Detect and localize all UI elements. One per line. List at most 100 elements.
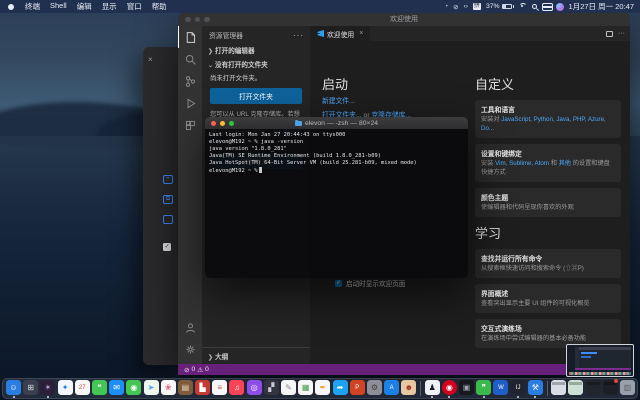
- open-editors-section[interactable]: ❯打开的编辑器: [202, 43, 310, 57]
- editor-more-icon[interactable]: ···: [618, 30, 625, 37]
- xcode-icon: ⚒: [528, 380, 543, 395]
- siri-icon[interactable]: [556, 3, 564, 11]
- status-bar: ⊘ 0 ⚠ 0: [178, 364, 630, 375]
- menu-bar-clock[interactable]: 1月27日 周一 20:47: [569, 1, 634, 12]
- dock-item-minimized-window-2[interactable]: [568, 379, 583, 398]
- dock-item-app-red-round[interactable]: ◉: [442, 379, 457, 398]
- dock-item-app-store[interactable]: A: [384, 379, 399, 398]
- terminal-window: elevon — -zsh — 80×24 Last login: Mon Ja…: [205, 117, 468, 278]
- account-icon[interactable]: [178, 316, 202, 338]
- dock-item-music[interactable]: ♫: [229, 379, 244, 398]
- menu-item-1[interactable]: Shell: [50, 1, 67, 12]
- menu-item-2[interactable]: 编辑: [77, 1, 92, 12]
- dock-item-launchpad[interactable]: ⊞: [23, 379, 38, 398]
- error-icon: ⊘: [184, 366, 190, 374]
- terminal-line: Java(TM) SE Runtime Environment (build 1…: [209, 153, 464, 160]
- card-text: 使编辑器和代码呈现你喜欢的外观: [481, 204, 574, 211]
- trash-icon: ▥: [620, 380, 635, 395]
- show-welcome-checkbox[interactable]: ✓ 启动时显示欢迎页面: [335, 278, 405, 288]
- checkbox-icon[interactable]: ✓: [163, 243, 171, 251]
- dock-item-intellij-idea[interactable]: IJ: [511, 379, 526, 398]
- spotlight-icon[interactable]: [532, 4, 537, 9]
- wifi-icon[interactable]: [519, 3, 527, 11]
- new-file-icon[interactable]: +: [163, 175, 173, 184]
- dock-item-trash[interactable]: ▥: [620, 379, 635, 398]
- menu-item-4[interactable]: 窗口: [127, 1, 142, 12]
- dock-item-minimized-window-3[interactable]: [586, 379, 601, 398]
- dock-item-app-red[interactable]: ▙: [195, 379, 210, 398]
- problems-indicator[interactable]: ⊘ 0 ⚠ 0: [184, 366, 209, 374]
- menu-item-3[interactable]: 显示: [102, 1, 117, 12]
- dock-item-safari[interactable]: ✦: [58, 379, 73, 398]
- card-link[interactable]: Vim, Sublime, Atom: [495, 160, 549, 167]
- status-icon-1[interactable]: ⊘: [453, 3, 458, 11]
- dock-item-app-black-box[interactable]: ▣: [459, 379, 474, 398]
- tab-welcome[interactable]: 欢迎使用 ×: [310, 26, 370, 41]
- apple-menu-icon[interactable]: [8, 4, 14, 10]
- status-icon-0[interactable]: ◔: [444, 3, 448, 11]
- terminal-title-bar[interactable]: elevon — -zsh — 80×24: [205, 117, 468, 129]
- battery-indicator[interactable]: 37%: [486, 3, 514, 10]
- photos-icon: ❀: [161, 380, 176, 395]
- dock-item-xcode[interactable]: ⚒: [528, 379, 543, 398]
- dock-item-numbers[interactable]: ▦: [298, 379, 313, 398]
- dock-item-podcasts[interactable]: ◎: [247, 379, 262, 398]
- terminal-output[interactable]: Last login: Mon Jan 27 20:44:43 on ttys0…: [205, 129, 468, 278]
- welcome-card[interactable]: 界面概述查看突出显示主要 UI 组件的可视化概览: [475, 284, 621, 313]
- run-debug-icon[interactable]: [178, 92, 202, 114]
- split-editor-icon[interactable]: [606, 31, 613, 37]
- qq-icon: ♟: [425, 380, 440, 395]
- dock-item-qq[interactable]: ♟: [425, 379, 440, 398]
- no-folder-section[interactable]: ⌄没有打开的文件夹: [202, 57, 310, 71]
- dock-item-reminders[interactable]: ≡: [212, 379, 227, 398]
- dock-item-app-dark-gray[interactable]: ▞: [264, 379, 279, 398]
- screenshot-preview-thumbnail[interactable]: [566, 344, 634, 377]
- dock-item-app-brown[interactable]: ▤: [178, 379, 193, 398]
- dock-item-powerpoint[interactable]: P: [350, 379, 365, 398]
- open-folder-button[interactable]: 打开文件夹: [210, 88, 302, 104]
- dock-item-system-preferences[interactable]: ⚙: [367, 379, 382, 398]
- welcome-card[interactable]: 设置和键绑定安装 Vim, Sublime, Atom 和 其他 的设置和键盘快…: [475, 144, 621, 182]
- dock-item-minimized-window-1[interactable]: [551, 379, 566, 398]
- dock-item-mail[interactable]: ✉: [109, 379, 124, 398]
- start-link[interactable]: 新建文件...: [322, 98, 355, 105]
- card-link[interactable]: 其他: [559, 160, 571, 167]
- dock-item-app-face[interactable]: ☻: [401, 379, 416, 398]
- dock-item-photos[interactable]: ❀: [161, 379, 176, 398]
- dock-separator: [547, 381, 548, 396]
- control-center-icon[interactable]: [542, 3, 551, 11]
- welcome-card[interactable]: 查找并运行所有命令从搜索框快速访问和搜索命令 (⇧⌘P): [475, 249, 621, 278]
- dock-item-twitter[interactable]: ➦: [333, 379, 348, 398]
- dock-item-messages[interactable]: ❝: [92, 379, 107, 398]
- tab-close-icon[interactable]: ×: [359, 30, 363, 37]
- search-icon[interactable]: [178, 48, 202, 70]
- explorer-more-icon[interactable]: ···: [293, 31, 304, 40]
- menu-item-0[interactable]: 终端: [25, 1, 40, 12]
- vscode-title-bar[interactable]: 欢迎使用: [178, 13, 630, 26]
- terminal-line: Java HotSpot(TM) 64-Bit Server VM (build…: [209, 160, 464, 167]
- status-icon-2[interactable]: ‹›: [464, 3, 468, 11]
- settings-gear-icon[interactable]: [178, 338, 202, 360]
- extensions-icon[interactable]: [178, 114, 202, 136]
- outline-section[interactable]: ❯大纲: [202, 347, 310, 364]
- close-icon[interactable]: ×: [148, 55, 153, 64]
- menu-item-5[interactable]: 帮助: [152, 1, 167, 12]
- dock-item-word[interactable]: W: [493, 379, 508, 398]
- copy-icon[interactable]: ⧉: [163, 195, 173, 204]
- dock-item-facetime[interactable]: ◉: [126, 379, 141, 398]
- source-control-icon[interactable]: [178, 70, 202, 92]
- input-method-icon[interactable]: 拼: [473, 3, 481, 10]
- dock-item-pages[interactable]: ✒: [315, 379, 330, 398]
- dock-item-app-dark-purple[interactable]: ✶: [40, 379, 55, 398]
- explorer-icon[interactable]: [178, 26, 202, 48]
- dock-item-finder[interactable]: ☺: [6, 379, 21, 398]
- dock-item-calendar[interactable]: 27: [75, 379, 90, 398]
- welcome-card[interactable]: 颜色主题使编辑器和代码呈现你喜欢的外观: [475, 188, 621, 217]
- dock-item-maps[interactable]: ➤: [144, 379, 159, 398]
- dock-item-textedit[interactable]: ✎: [281, 379, 296, 398]
- dock-item-wechat[interactable]: ❞: [476, 379, 491, 398]
- background-window-strip[interactable]: × + ⧉ ✓: [143, 47, 179, 365]
- folder-icon[interactable]: [163, 215, 173, 224]
- welcome-card[interactable]: 工具和语言安装对 JavaScript, Python, Java, PHP, …: [475, 100, 621, 138]
- dock-item-minimized-window-4[interactable]: [603, 379, 618, 398]
